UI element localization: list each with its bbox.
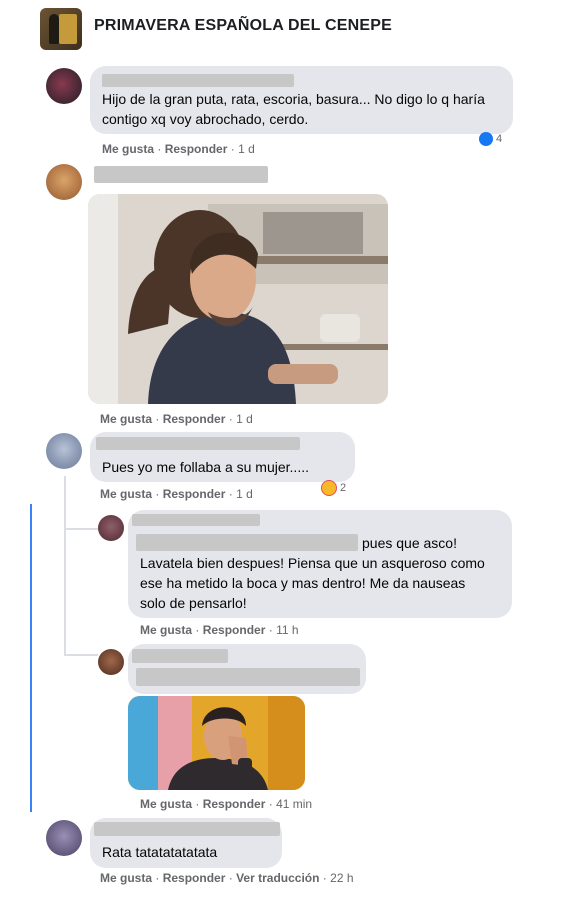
redacted-author-name[interactable]	[102, 74, 294, 87]
like-icon	[479, 132, 493, 146]
flag-image	[59, 14, 77, 44]
timestamp[interactable]: 1 d	[236, 487, 253, 501]
avatar[interactable]	[46, 68, 82, 104]
comment-actions: Me gusta · Responder · Ver traducción · …	[100, 871, 354, 885]
reply-bubble: pues que asco! Lavatela bien despues! Pi…	[128, 510, 512, 618]
soldier-figure	[49, 14, 59, 44]
avatar[interactable]	[46, 820, 82, 856]
reaction-count[interactable]: 4	[479, 132, 502, 146]
thread-connector	[64, 654, 98, 656]
like-link[interactable]: Me gusta	[100, 487, 152, 501]
timestamp[interactable]: 1 d	[236, 412, 253, 426]
comment-actions: Me gusta · Responder · 1 d	[102, 142, 255, 156]
see-translation-link[interactable]: Ver traducción	[236, 871, 319, 885]
comment-actions: Me gusta · Responder · 1 d	[100, 487, 253, 501]
avatar[interactable]	[98, 649, 124, 675]
like-link[interactable]: Me gusta	[102, 142, 154, 156]
gif-media[interactable]	[128, 696, 305, 790]
avatar[interactable]	[46, 164, 82, 200]
comment-text: Rata tatatatatatata	[102, 844, 218, 860]
thread-highlight-line	[30, 504, 32, 812]
like-link[interactable]: Me gusta	[100, 871, 152, 885]
timestamp[interactable]: 22 h	[330, 871, 353, 885]
man-with-ponytail-image	[88, 194, 388, 404]
page: PRIMAVERA ESPAÑOLA DEL CENEPE Hijo de la…	[20, 0, 568, 900]
comment-bubble: Rata tatatatatatata	[90, 818, 282, 868]
timestamp[interactable]: 41 min	[276, 797, 312, 811]
timestamp[interactable]: 1 d	[238, 142, 255, 156]
like-link[interactable]: Me gusta	[140, 797, 192, 811]
comment-actions: Me gusta · Responder · 1 d	[100, 412, 253, 426]
reply-actions: Me gusta · Responder · 41 min	[140, 797, 313, 811]
reply-text-inline: pues que asco!	[362, 535, 457, 551]
redacted-mention[interactable]	[136, 534, 358, 551]
man-hand-on-face-image	[128, 696, 305, 790]
reply-link[interactable]: Responder	[163, 412, 226, 426]
avatar[interactable]	[98, 515, 124, 541]
reply-text: Lavatela bien despues! Piensa que un asq…	[140, 555, 485, 611]
reply-link[interactable]: Responder	[203, 623, 266, 637]
group-header: PRIMAVERA ESPAÑOLA DEL CENEPE	[20, 0, 568, 56]
haha-icon	[321, 480, 337, 496]
comment-bubble: Pues yo me follaba a su mujer.....	[90, 432, 355, 482]
reply-link[interactable]: Responder	[163, 487, 226, 501]
comments-feed: Hijo de la gran puta, rata, escoria, bas…	[20, 56, 568, 900]
like-link[interactable]: Me gusta	[100, 412, 152, 426]
redacted-author-name[interactable]	[94, 822, 280, 836]
group-title[interactable]: PRIMAVERA ESPAÑOLA DEL CENEPE	[94, 17, 392, 35]
comment-text: Pues yo me follaba a su mujer.....	[102, 459, 309, 475]
group-avatar[interactable]	[40, 8, 82, 50]
timestamp[interactable]: 11 h	[276, 623, 298, 637]
reply-actions: Me gusta · Responder · 11 h	[140, 623, 299, 637]
reply-link[interactable]: Responder	[203, 797, 266, 811]
gif-media[interactable]	[88, 194, 388, 404]
comment-text: Hijo de la gran puta, rata, escoria, bas…	[102, 91, 485, 127]
reply-link[interactable]: Responder	[165, 142, 228, 156]
reply-link[interactable]: Responder	[163, 871, 226, 885]
avatar[interactable]	[46, 433, 82, 469]
redacted-author-name[interactable]	[94, 166, 268, 183]
comment-bubble: Hijo de la gran puta, rata, escoria, bas…	[90, 66, 513, 134]
thread-line	[64, 476, 66, 656]
redacted-author-name[interactable]	[96, 437, 300, 450]
like-link[interactable]: Me gusta	[140, 623, 192, 637]
redacted-author-name[interactable]	[132, 649, 228, 663]
reaction-count[interactable]: 2	[321, 480, 346, 496]
thread-connector	[64, 528, 98, 530]
reply-bubble	[128, 644, 366, 694]
redacted-author-name[interactable]	[132, 514, 260, 526]
redacted-text	[136, 668, 360, 686]
